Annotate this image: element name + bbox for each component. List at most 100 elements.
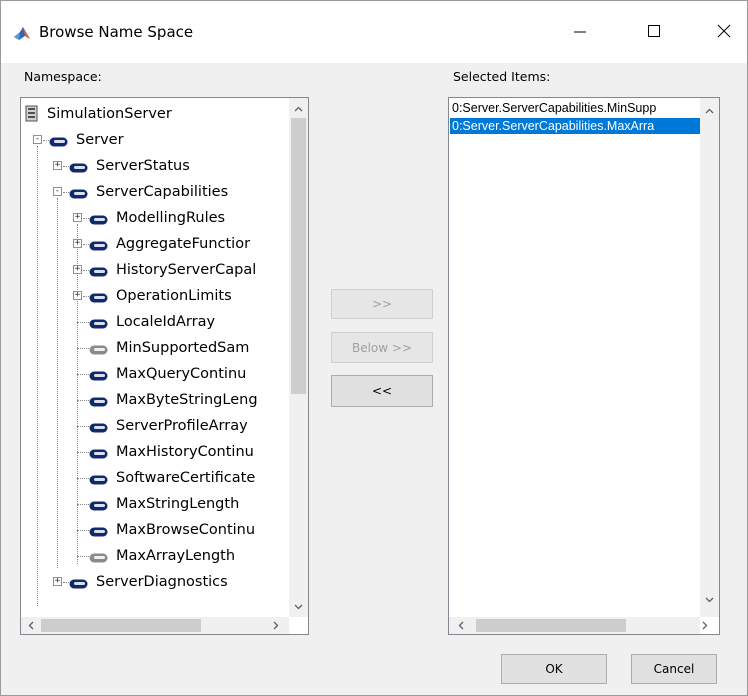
tree-node[interactable]: MaxBrowseContinu xyxy=(89,517,255,543)
tree-node-label: MaxArrayLength xyxy=(116,548,236,564)
object-node-icon xyxy=(69,161,88,173)
namespace-horizontal-thumb[interactable] xyxy=(41,619,201,632)
namespace-tree-content: SimulationServer - Server + ServerStatus - Ser… xyxy=(21,98,287,617)
namespace-horizontal-scrollbar[interactable] xyxy=(21,617,289,634)
tree-node-label: ServerStatus xyxy=(96,158,190,174)
tree-node-label: SimulationServer xyxy=(47,106,172,122)
tree-node[interactable]: MaxHistoryContinu xyxy=(89,439,254,465)
expand-icon[interactable]: + xyxy=(53,577,62,586)
namespace-vertical-thumb[interactable] xyxy=(291,118,306,394)
add-below-button[interactable]: Below >> xyxy=(331,332,433,363)
scroll-down-icon[interactable] xyxy=(290,598,307,615)
scroll-right-icon[interactable] xyxy=(696,617,713,634)
scroll-up-icon[interactable] xyxy=(701,102,718,119)
tree-node[interactable]: Server xyxy=(49,127,124,153)
tree-connector xyxy=(77,530,89,531)
tree-connector xyxy=(77,322,89,323)
expand-icon[interactable]: + xyxy=(73,213,82,222)
scroll-right-icon[interactable] xyxy=(267,617,284,634)
selected-item-highlighted[interactable]: 0:Server.ServerCapabilities.MaxArra xyxy=(450,118,700,134)
namespace-tree[interactable]: SimulationServer - Server + ServerStatus - Ser… xyxy=(20,97,309,635)
tree-node[interactable]: LocaleIdArray xyxy=(89,309,215,335)
tree-node-label: MinSupportedSam xyxy=(116,340,250,356)
object-node-icon xyxy=(49,135,68,147)
expand-icon[interactable]: + xyxy=(73,265,82,274)
tree-node[interactable]: ServerStatus xyxy=(69,153,190,179)
variable-node-icon xyxy=(89,317,108,329)
selected-vertical-scrollbar[interactable] xyxy=(700,98,719,617)
object-node-icon xyxy=(89,291,108,303)
tree-node[interactable]: MaxQueryContinu xyxy=(89,361,246,387)
server-icon xyxy=(25,105,39,123)
namespace-vertical-scrollbar[interactable] xyxy=(289,98,308,617)
tree-node-label: MaxBrowseContinu xyxy=(116,522,256,538)
tree-node-label: ModellingRules xyxy=(116,210,226,226)
ok-button[interactable]: OK xyxy=(501,654,607,684)
collapse-icon[interactable]: - xyxy=(53,187,62,196)
scroll-left-icon[interactable] xyxy=(22,617,39,634)
tree-node[interactable]: MaxByteStringLeng xyxy=(89,387,258,413)
tree-node-label: ServerProfileArray xyxy=(116,418,248,434)
tree-node[interactable]: ServerDiagnostics xyxy=(69,569,228,595)
tree-guide-line xyxy=(37,146,38,606)
tree-connector xyxy=(77,400,89,401)
variable-node-icon xyxy=(89,395,108,407)
object-node-icon xyxy=(89,239,108,251)
variable-node-icon xyxy=(89,499,108,511)
tree-node[interactable]: ServerProfileArray xyxy=(89,413,248,439)
variable-node-icon xyxy=(89,525,108,537)
tree-connector xyxy=(77,478,89,479)
close-button[interactable] xyxy=(701,11,747,51)
tree-node[interactable]: SoftwareCertificate xyxy=(89,465,255,491)
tree-node-label: Server xyxy=(76,132,124,148)
object-node-icon xyxy=(69,187,88,199)
minimize-button[interactable] xyxy=(557,11,603,51)
tree-node-label: ServerDiagnostics xyxy=(96,574,228,590)
variable-node-icon xyxy=(89,369,108,381)
tree-connector xyxy=(77,452,89,453)
tree-node-label: MaxQueryContinu xyxy=(116,366,247,382)
tree-node-label: AggregateFunctior xyxy=(116,236,251,252)
tree-node-label: MaxStringLength xyxy=(116,496,240,512)
expand-icon[interactable]: + xyxy=(53,161,62,170)
tree-connector xyxy=(77,426,89,427)
tree-connector xyxy=(77,556,89,557)
variable-node-icon xyxy=(89,473,108,485)
cancel-button[interactable]: Cancel xyxy=(631,654,717,684)
tree-connector xyxy=(77,374,89,375)
selected-items-list[interactable]: 0:Server.ServerCapabilities.MinSupp 0:Se… xyxy=(448,97,720,635)
tree-node-label: MaxByteStringLeng xyxy=(116,392,258,408)
selected-horizontal-thumb[interactable] xyxy=(476,619,626,632)
selected-item[interactable]: 0:Server.ServerCapabilities.MinSupp xyxy=(450,100,700,116)
scroll-left-icon[interactable] xyxy=(452,617,469,634)
tree-guide-line xyxy=(77,224,78,564)
object-node-icon xyxy=(89,213,108,225)
tree-node[interactable]: MaxStringLength xyxy=(89,491,239,517)
remove-button[interactable]: << xyxy=(331,375,433,407)
scroll-up-icon[interactable] xyxy=(290,100,307,117)
tree-node[interactable]: OperationLimits xyxy=(89,283,232,309)
scroll-down-icon[interactable] xyxy=(701,591,718,608)
selected-horizontal-scrollbar[interactable] xyxy=(449,617,707,634)
close-icon xyxy=(717,24,731,38)
tree-node[interactable]: ModellingRules xyxy=(89,205,225,231)
variable-node-gray-icon xyxy=(89,551,108,563)
tree-connector xyxy=(77,504,89,505)
add-button[interactable]: >> xyxy=(331,289,433,319)
tree-node[interactable]: MaxArrayLength xyxy=(89,543,235,569)
tree-node-label: OperationLimits xyxy=(116,288,232,304)
maximize-button[interactable] xyxy=(631,11,677,51)
tree-node[interactable]: AggregateFunctior xyxy=(89,231,250,257)
tree-node[interactable]: ServerCapabilities xyxy=(69,179,228,205)
matlab-app-icon xyxy=(13,25,31,41)
expand-icon[interactable]: + xyxy=(73,239,82,248)
tree-node[interactable]: HistoryServerCapal xyxy=(89,257,256,283)
variable-node-gray-icon xyxy=(89,343,108,355)
browse-name-space-dialog: Browse Name Space Namespace: SimulationS… xyxy=(0,0,748,696)
collapse-icon[interactable]: - xyxy=(33,135,42,144)
tree-node[interactable]: SimulationServer xyxy=(25,101,172,127)
tree-node-label: SoftwareCertificate xyxy=(116,470,256,486)
tree-node[interactable]: MinSupportedSam xyxy=(89,335,249,361)
selected-items-label: Selected Items: xyxy=(453,69,551,84)
expand-icon[interactable]: + xyxy=(73,291,82,300)
